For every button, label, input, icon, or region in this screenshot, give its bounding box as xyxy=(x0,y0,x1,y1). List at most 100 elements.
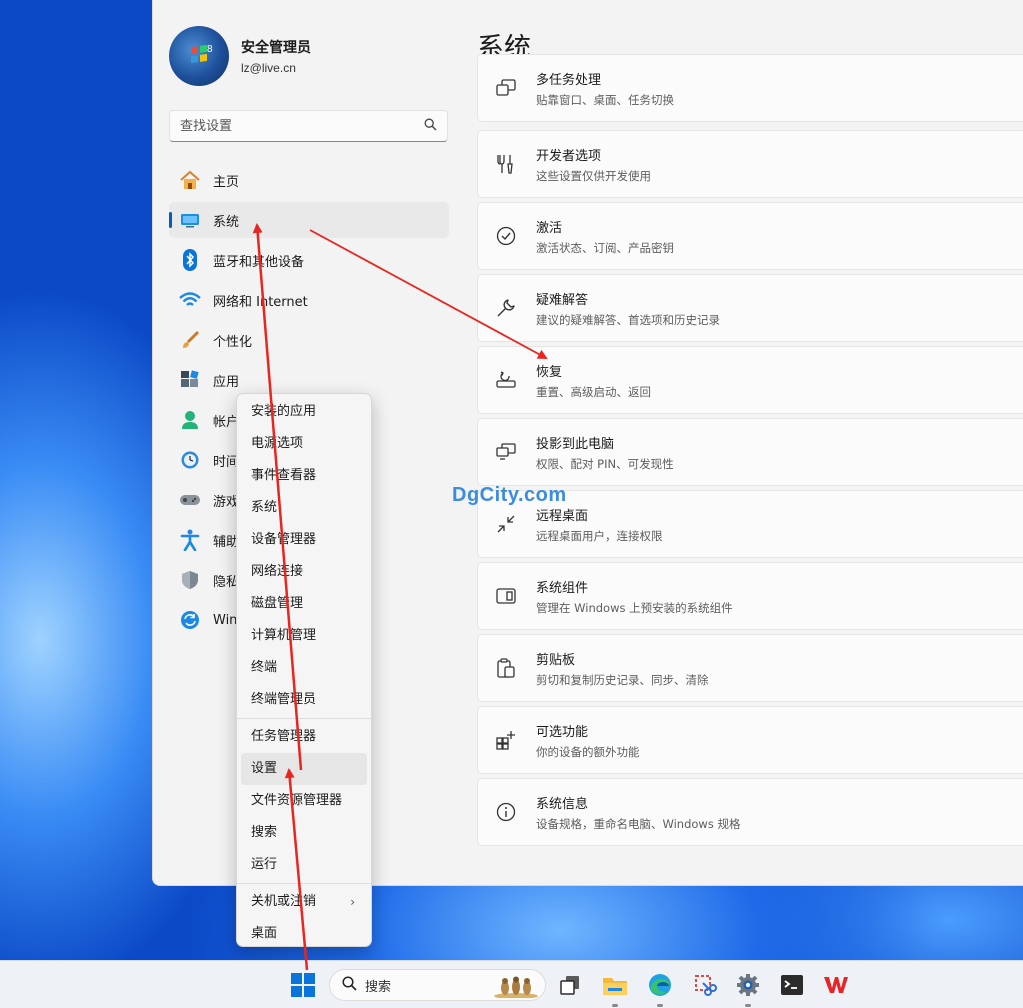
user-profile[interactable]: 8 安全管理员 lz@live.cn xyxy=(169,26,311,86)
activation-check-icon xyxy=(496,226,516,246)
windows-logo-icon xyxy=(291,986,302,997)
edge-icon[interactable] xyxy=(646,971,674,1007)
card-troubleshoot[interactable]: 疑难解答 建议的疑难解答、首选项和历史记录 xyxy=(477,274,1023,342)
settings-search-input[interactable] xyxy=(180,118,424,134)
nav-label: 蓝牙和其他设备 xyxy=(213,254,305,270)
card-multitasking[interactable]: 多任务处理 贴靠窗口、桌面、任务切换 xyxy=(477,54,1023,122)
clock-icon xyxy=(179,449,201,471)
shield-icon xyxy=(179,569,201,591)
menu-item-device-manager[interactable]: 设备管理器 xyxy=(241,524,367,556)
card-subtitle: 远程桌面用户，连接权限 xyxy=(536,528,663,543)
menu-item-event-viewer[interactable]: 事件查看器 xyxy=(241,460,367,492)
menu-item-disk-management[interactable]: 磁盘管理 xyxy=(241,588,367,620)
card-title: 系统组件 xyxy=(536,580,589,596)
wps-icon[interactable] xyxy=(822,971,850,999)
system-icon xyxy=(179,209,201,231)
profile-name: 安全管理员 xyxy=(241,40,311,56)
card-title: 可选功能 xyxy=(536,724,589,740)
clipboard-icon xyxy=(496,658,516,678)
menu-item-power-options[interactable]: 电源选项 xyxy=(241,428,367,460)
menu-item-system[interactable]: 系统 xyxy=(241,492,367,524)
optional-features-icon xyxy=(496,730,516,750)
windows-logo-icon xyxy=(191,44,207,64)
card-optional-features[interactable]: 可选功能 你的设备的额外功能 xyxy=(477,706,1023,774)
projection-icon xyxy=(496,442,516,462)
card-activation[interactable]: 激活 激活状态、订阅、产品密钥 xyxy=(477,202,1023,270)
card-recovery[interactable]: 恢复重置、高级启动、返回 xyxy=(477,346,1023,414)
running-indicator xyxy=(657,1004,663,1007)
card-title: 恢复 xyxy=(536,364,563,380)
apps-icon xyxy=(179,369,201,391)
card-title: 投影到此电脑 xyxy=(536,436,615,452)
card-title: 剪贴板 xyxy=(536,652,576,668)
menu-separator xyxy=(237,718,371,719)
remote-desktop-icon xyxy=(496,514,516,534)
nav-item-bluetooth[interactable]: 蓝牙和其他设备 xyxy=(169,242,449,278)
bluetooth-icon xyxy=(179,249,201,271)
nav-label: Win xyxy=(213,612,238,628)
nav-item-network[interactable]: 网络和 Internet xyxy=(169,282,449,318)
start-button[interactable] xyxy=(291,973,315,997)
settings-gear-icon[interactable] xyxy=(734,971,762,1007)
taskbar: 搜索 xyxy=(0,960,1023,1008)
taskbar-search[interactable]: 搜索 xyxy=(329,969,546,1001)
nav-item-home[interactable]: 主页 xyxy=(169,162,449,198)
settings-search-box[interactable] xyxy=(169,110,448,142)
update-icon xyxy=(179,609,201,631)
card-subtitle: 权限、配对 PIN、可发现性 xyxy=(536,456,674,471)
card-title: 多任务处理 xyxy=(536,72,602,88)
info-icon xyxy=(496,802,516,822)
snipping-tool-icon[interactable] xyxy=(691,971,719,999)
account-icon xyxy=(179,409,201,431)
card-subtitle: 这些设置仅供开发使用 xyxy=(536,168,651,183)
profile-email: lz@live.cn xyxy=(241,61,296,75)
nav-item-personalization[interactable]: 个性化 xyxy=(169,322,449,358)
accessibility-icon xyxy=(179,529,201,551)
search-highlight-icon xyxy=(493,976,539,1002)
card-system-components[interactable]: 系统组件管理在 Windows 上预安装的系统组件 xyxy=(477,562,1023,630)
task-view-icon[interactable] xyxy=(556,971,584,999)
menu-item-search[interactable]: 搜索 xyxy=(241,817,367,849)
card-subtitle: 设备规格，重命名电脑、Windows 规格 xyxy=(536,816,741,831)
wifi-icon xyxy=(179,289,201,311)
gamepad-icon xyxy=(179,489,201,511)
menu-separator xyxy=(237,883,371,884)
menu-item-file-explorer[interactable]: 文件资源管理器 xyxy=(241,785,367,817)
file-explorer-icon[interactable] xyxy=(601,971,629,1007)
nav-label: 主页 xyxy=(213,174,240,190)
search-icon[interactable] xyxy=(424,118,437,135)
watermark: DgCity.com xyxy=(452,484,567,506)
avatar-badge: 8 xyxy=(207,44,213,55)
card-project-to-pc[interactable]: 投影到此电脑权限、配对 PIN、可发现性 xyxy=(477,418,1023,486)
running-indicator xyxy=(745,1004,751,1007)
menu-item-network-connections[interactable]: 网络连接 xyxy=(241,556,367,588)
recovery-icon xyxy=(496,370,516,390)
card-title: 疑难解答 xyxy=(536,292,589,308)
terminal-icon[interactable] xyxy=(778,971,806,999)
nav-item-system[interactable]: 系统 xyxy=(169,202,449,238)
card-title: 系统信息 xyxy=(536,796,589,812)
menu-item-run[interactable]: 运行 xyxy=(241,849,367,881)
menu-item-settings[interactable]: 设置 xyxy=(241,753,367,785)
menu-item-terminal[interactable]: 终端 xyxy=(241,652,367,684)
menu-item-label: 关机或注销 xyxy=(251,894,317,909)
windows-logo-icon xyxy=(304,986,315,997)
card-subtitle: 重置、高级启动、返回 xyxy=(536,384,651,399)
nav-label: 系统 xyxy=(213,214,240,230)
menu-item-desktop[interactable]: 桌面 xyxy=(241,918,367,950)
card-clipboard[interactable]: 剪贴板 剪切和复制历史记录、同步、清除 xyxy=(477,634,1023,702)
menu-item-terminal-admin[interactable]: 终端管理员 xyxy=(241,684,367,716)
windows-logo-icon xyxy=(304,973,315,984)
card-subtitle: 管理在 Windows 上预安装的系统组件 xyxy=(536,600,733,615)
menu-item-computer-management[interactable]: 计算机管理 xyxy=(241,620,367,652)
card-subtitle: 激活状态、订阅、产品密钥 xyxy=(536,240,674,255)
card-title: 开发者选项 xyxy=(536,148,602,164)
multitasking-icon xyxy=(496,78,516,98)
menu-item-shutdown-signout[interactable]: 关机或注销 › xyxy=(241,886,367,918)
card-title: 远程桌面 xyxy=(536,508,589,524)
avatar[interactable]: 8 xyxy=(169,26,229,86)
card-about[interactable]: 系统信息设备规格，重命名电脑、Windows 规格 xyxy=(477,778,1023,846)
card-developer-options[interactable]: 开发者选项这些设置仅供开发使用 xyxy=(477,130,1023,198)
menu-item-task-manager[interactable]: 任务管理器 xyxy=(241,721,367,753)
menu-item-installed-apps[interactable]: 安装的应用 xyxy=(241,396,367,428)
